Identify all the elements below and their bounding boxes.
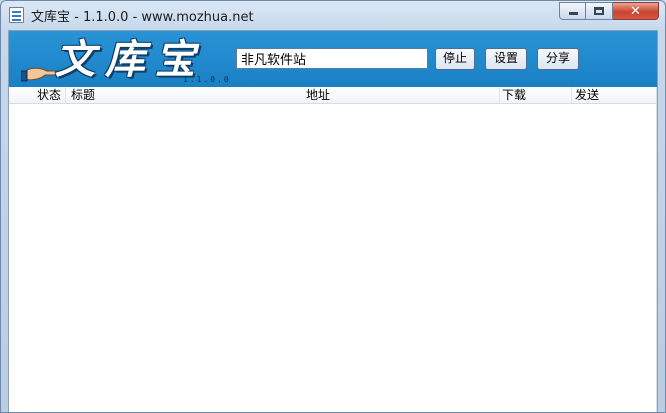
column-header-status[interactable]: 状态: [37, 87, 61, 103]
app-document-icon[interactable]: [9, 7, 24, 23]
column-separator[interactable]: [65, 87, 66, 103]
maximize-icon: [594, 7, 604, 15]
column-separator[interactable]: [571, 87, 572, 103]
list-right-border: [656, 87, 657, 412]
caption-buttons: ✕: [559, 2, 659, 21]
stop-button[interactable]: 停止: [435, 48, 475, 70]
column-header-send[interactable]: 发送: [575, 87, 599, 103]
minimize-button[interactable]: [559, 2, 586, 20]
search-input[interactable]: [236, 48, 428, 69]
client-area: 文库宝 1.1.0.0 停止 设置 分享 状态 标题 地址 下载 发送: [8, 30, 658, 412]
logo-version: 1.1.0.0: [183, 75, 231, 84]
settings-button[interactable]: 设置: [485, 48, 527, 70]
close-icon: ✕: [630, 4, 641, 19]
maximize-button[interactable]: [586, 2, 613, 20]
minimize-icon: [569, 12, 578, 15]
header-band: 文库宝 1.1.0.0 停止 设置 分享: [9, 31, 657, 88]
list-header: 状态 标题 地址 下载 发送: [9, 87, 657, 104]
task-list[interactable]: [9, 104, 657, 412]
close-button[interactable]: ✕: [613, 2, 659, 20]
column-separator[interactable]: [499, 87, 500, 103]
share-button[interactable]: 分享: [537, 48, 579, 70]
window-title: 文库宝 - 1.1.0.0 - www.mozhua.net: [31, 10, 254, 25]
column-header-download[interactable]: 下载: [502, 87, 526, 103]
column-header-address[interactable]: 地址: [306, 87, 330, 103]
title-bar[interactable]: 文库宝 - 1.1.0.0 - www.mozhua.net ✕: [1, 1, 665, 29]
app-logo: 文库宝 1.1.0.0: [21, 31, 229, 87]
column-header-title[interactable]: 标题: [71, 87, 95, 103]
app-window: 文库宝 - 1.1.0.0 - www.mozhua.net ✕ 文库宝 1.1…: [0, 0, 666, 413]
